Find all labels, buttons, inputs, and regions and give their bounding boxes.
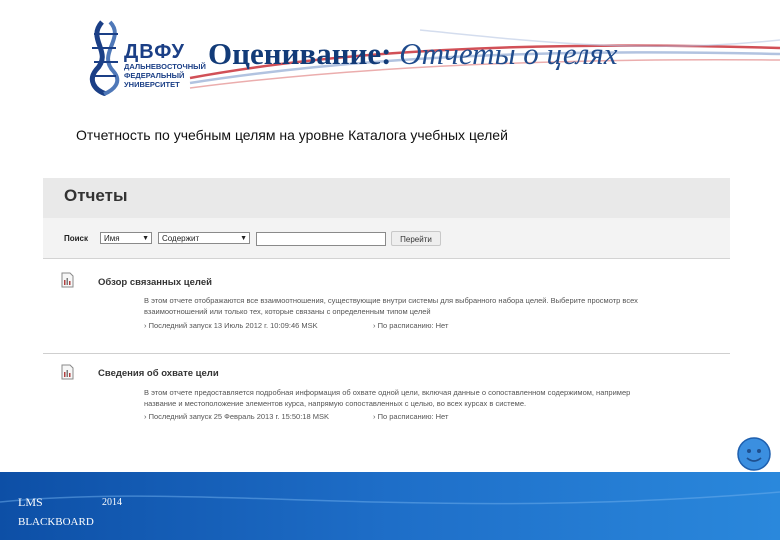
report-description-line: название и местоположение элементов курс… [144,399,527,408]
logo-wordmark: ДВФУ ДАЛЬНЕВОСТОЧНЫЙ ФЕДЕРАЛЬНЫЙ УНИВЕРС… [124,42,214,89]
slide-subtitle: Отчетность по учебным целям на уровне Ка… [76,127,508,143]
slide-title-italic: Отчеты о целях [391,36,618,71]
logo-abbr: ДВФУ [124,41,185,63]
report-document-icon [61,272,74,288]
chevron-down-icon: ▼ [240,235,247,242]
footer-year: 2014 [102,497,122,508]
report-title-link[interactable]: Обзор связанных целей [98,277,212,288]
logo-line-3: УНИВЕРСИТЕТ [124,80,180,89]
report-last-run: › Последний запуск 13 Июль 2012 г. 10:09… [144,321,318,330]
reports-page-header: Отчеты [43,178,730,218]
search-operator-value: Содержит [162,234,200,243]
footer-blackboard-label: BLACKBOARD [18,516,94,528]
search-operator-select[interactable]: Содержит ▼ [158,232,250,244]
logo-line-2: ФЕДЕРАЛЬНЫЙ [124,71,185,80]
reports-page-screenshot: Отчеты Поиск Имя ▼ Содержит ▼ Перейти Об… [43,178,730,430]
report-description-line: В этом отчете отображаются все взаимоотн… [144,296,638,305]
report-description-line: взаимоотношений или только тех, которые … [144,307,431,316]
report-schedule: › По расписанию: Нет [373,321,449,330]
page-title: Отчеты [64,186,128,205]
search-bar: Поиск Имя ▼ Содержит ▼ Перейти [43,218,730,259]
search-input[interactable] [256,232,386,246]
smiley-icon [737,437,771,471]
report-divider [43,353,730,354]
chevron-down-icon: ▼ [142,235,149,242]
footer-lms-label: LMS [18,495,43,509]
slide-title-bold: Оценивание: [208,36,392,71]
search-field-select[interactable]: Имя ▼ [100,232,152,244]
go-button[interactable]: Перейти [391,231,441,246]
report-description-line: В этом отчете предоставляется подробная … [144,388,631,397]
report-schedule: › По расписанию: Нет [373,412,449,421]
report-last-run: › Последний запуск 25 Февраль 2013 г. 15… [144,412,329,421]
report-title-link[interactable]: Сведения об охвате цели [98,368,219,379]
slide-title: Оценивание: Отчеты о целях [208,34,618,74]
search-field-value: Имя [104,234,120,243]
search-label: Поиск [64,234,89,243]
logo-line-1: ДАЛЬНЕВОСТОЧНЫЙ [124,62,206,71]
report-document-icon [61,364,74,380]
